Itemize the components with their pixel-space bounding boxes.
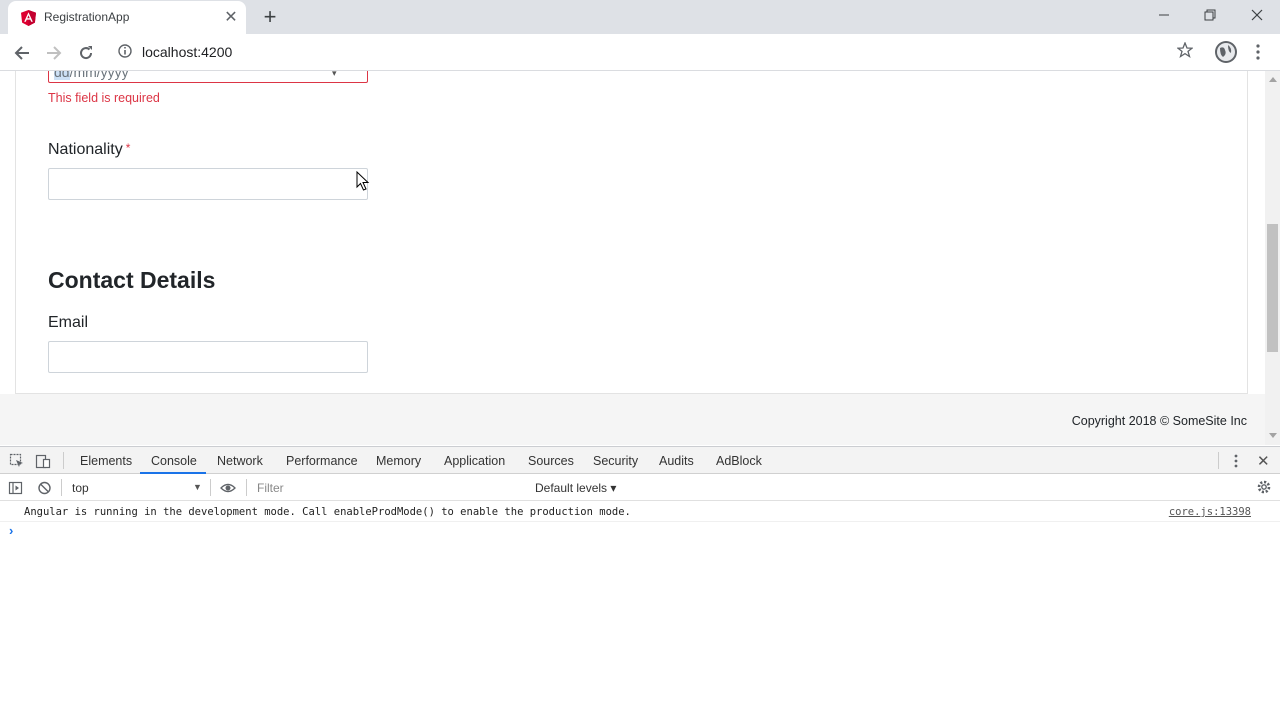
mouse-cursor-icon [356, 171, 370, 191]
reload-icon [80, 46, 93, 60]
console-prompt-icon[interactable]: › [9, 523, 13, 538]
devtools-tab-audits[interactable]: Audits [659, 454, 694, 468]
tab-close-icon[interactable]: ✕ [222, 9, 240, 27]
bookmark-star-icon[interactable] [1177, 42, 1193, 58]
show-sidebar-icon[interactable] [8, 480, 24, 496]
close-icon [1251, 9, 1263, 21]
date-error-message: This field is required [48, 91, 160, 105]
devtools-tabbar: Elements Console Network Performance Mem… [0, 447, 1280, 474]
devtools-tab-performance[interactable]: Performance [286, 454, 358, 468]
devtools-panel: Elements Console Network Performance Mem… [0, 446, 1280, 720]
scroll-down-icon[interactable] [1269, 433, 1277, 438]
globe-icon [1217, 43, 1235, 61]
email-label: Email [48, 314, 89, 331]
toolbar-divider [61, 479, 62, 496]
log-source-link[interactable]: core.js:13398 [1169, 506, 1251, 518]
reload-button[interactable] [73, 40, 99, 66]
contact-details-heading: Contact Details [48, 267, 216, 293]
profile-avatar[interactable] [1215, 41, 1237, 63]
devtools-tab-memory[interactable]: Memory [376, 454, 421, 468]
scrollbar-thumb[interactable] [1267, 224, 1278, 352]
forward-button[interactable] [41, 40, 67, 66]
tab-title: RegistrationApp [44, 10, 130, 24]
devtools-tab-network[interactable]: Network [217, 454, 263, 468]
email-input[interactable] [48, 341, 368, 373]
browser-tabstrip: RegistrationApp ✕ + [0, 0, 1280, 34]
back-arrow-icon [14, 46, 29, 60]
console-filter-input[interactable]: Filter [250, 478, 526, 498]
nationality-label: Nationality * [48, 141, 131, 158]
device-toolbar-icon[interactable] [35, 453, 51, 469]
nationality-input[interactable] [48, 168, 368, 200]
angular-logo-icon [21, 10, 36, 26]
toolbar-divider [1218, 452, 1219, 469]
page-footer: Copyright 2018 © SomeSite Inc [0, 394, 1265, 445]
active-tab-indicator [140, 472, 206, 474]
devtools-tab-adblock[interactable]: AdBlock [716, 454, 762, 468]
close-window-button[interactable] [1234, 0, 1280, 32]
clear-console-icon[interactable] [37, 480, 53, 496]
log-message: Angular is running in the development mo… [24, 506, 631, 518]
required-marker: * [125, 141, 131, 155]
page-scrollbar[interactable] [1265, 71, 1280, 445]
devtools-close-icon[interactable]: ✕ [1257, 452, 1270, 470]
chevron-down-icon[interactable]: ▼ [193, 482, 202, 492]
toolbar-divider [210, 479, 211, 496]
browser-tab[interactable]: RegistrationApp ✕ [8, 1, 246, 34]
forward-arrow-icon [47, 46, 62, 60]
log-levels-dropdown[interactable]: Default levels ▾ [535, 481, 616, 495]
eye-icon[interactable] [220, 480, 236, 496]
restore-button[interactable] [1187, 0, 1233, 32]
date-placeholder: dd/mm/yyyy [54, 71, 129, 80]
url-text: localhost:4200 [142, 44, 233, 60]
gear-icon[interactable] [1256, 479, 1272, 495]
toolbar-divider [246, 479, 247, 496]
address-bar[interactable]: localhost:4200 [108, 38, 1204, 66]
minimize-icon [1159, 14, 1169, 16]
date-of-birth-input[interactable]: dd/mm/yyyy ▾ [48, 71, 368, 83]
devtools-tab-security[interactable]: Security [593, 454, 638, 468]
devtools-tab-elements[interactable]: Elements [80, 454, 132, 468]
browser-toolbar: localhost:4200 [0, 34, 1280, 71]
devtools-tab-sources[interactable]: Sources [528, 454, 574, 468]
copyright-text: Copyright 2018 © SomeSite Inc [1071, 414, 1247, 428]
console-log-entry: Angular is running in the development mo… [0, 502, 1280, 522]
back-button[interactable] [9, 40, 35, 66]
scroll-up-icon[interactable] [1269, 77, 1277, 82]
restore-icon [1204, 9, 1216, 21]
devtools-menu-icon[interactable] [1230, 453, 1242, 469]
context-select[interactable]: top [72, 481, 89, 495]
toolbar-divider [63, 452, 64, 469]
new-tab-button[interactable]: + [259, 6, 281, 29]
info-icon [118, 44, 132, 58]
console-toolbar: top ▼ Filter Default levels ▾ [0, 475, 1280, 501]
page-viewport: dd/mm/yyyy ▾ This field is required Nati… [0, 71, 1265, 445]
browser-menu-icon[interactable] [1250, 42, 1266, 62]
devtools-tab-console[interactable]: Console [151, 454, 197, 468]
devtools-tab-application[interactable]: Application [444, 454, 505, 468]
filter-placeholder: Filter [257, 481, 284, 495]
date-spinner-icon[interactable]: ▾ [332, 71, 337, 79]
minimize-button[interactable] [1141, 0, 1187, 32]
inspect-element-icon[interactable] [9, 453, 25, 469]
